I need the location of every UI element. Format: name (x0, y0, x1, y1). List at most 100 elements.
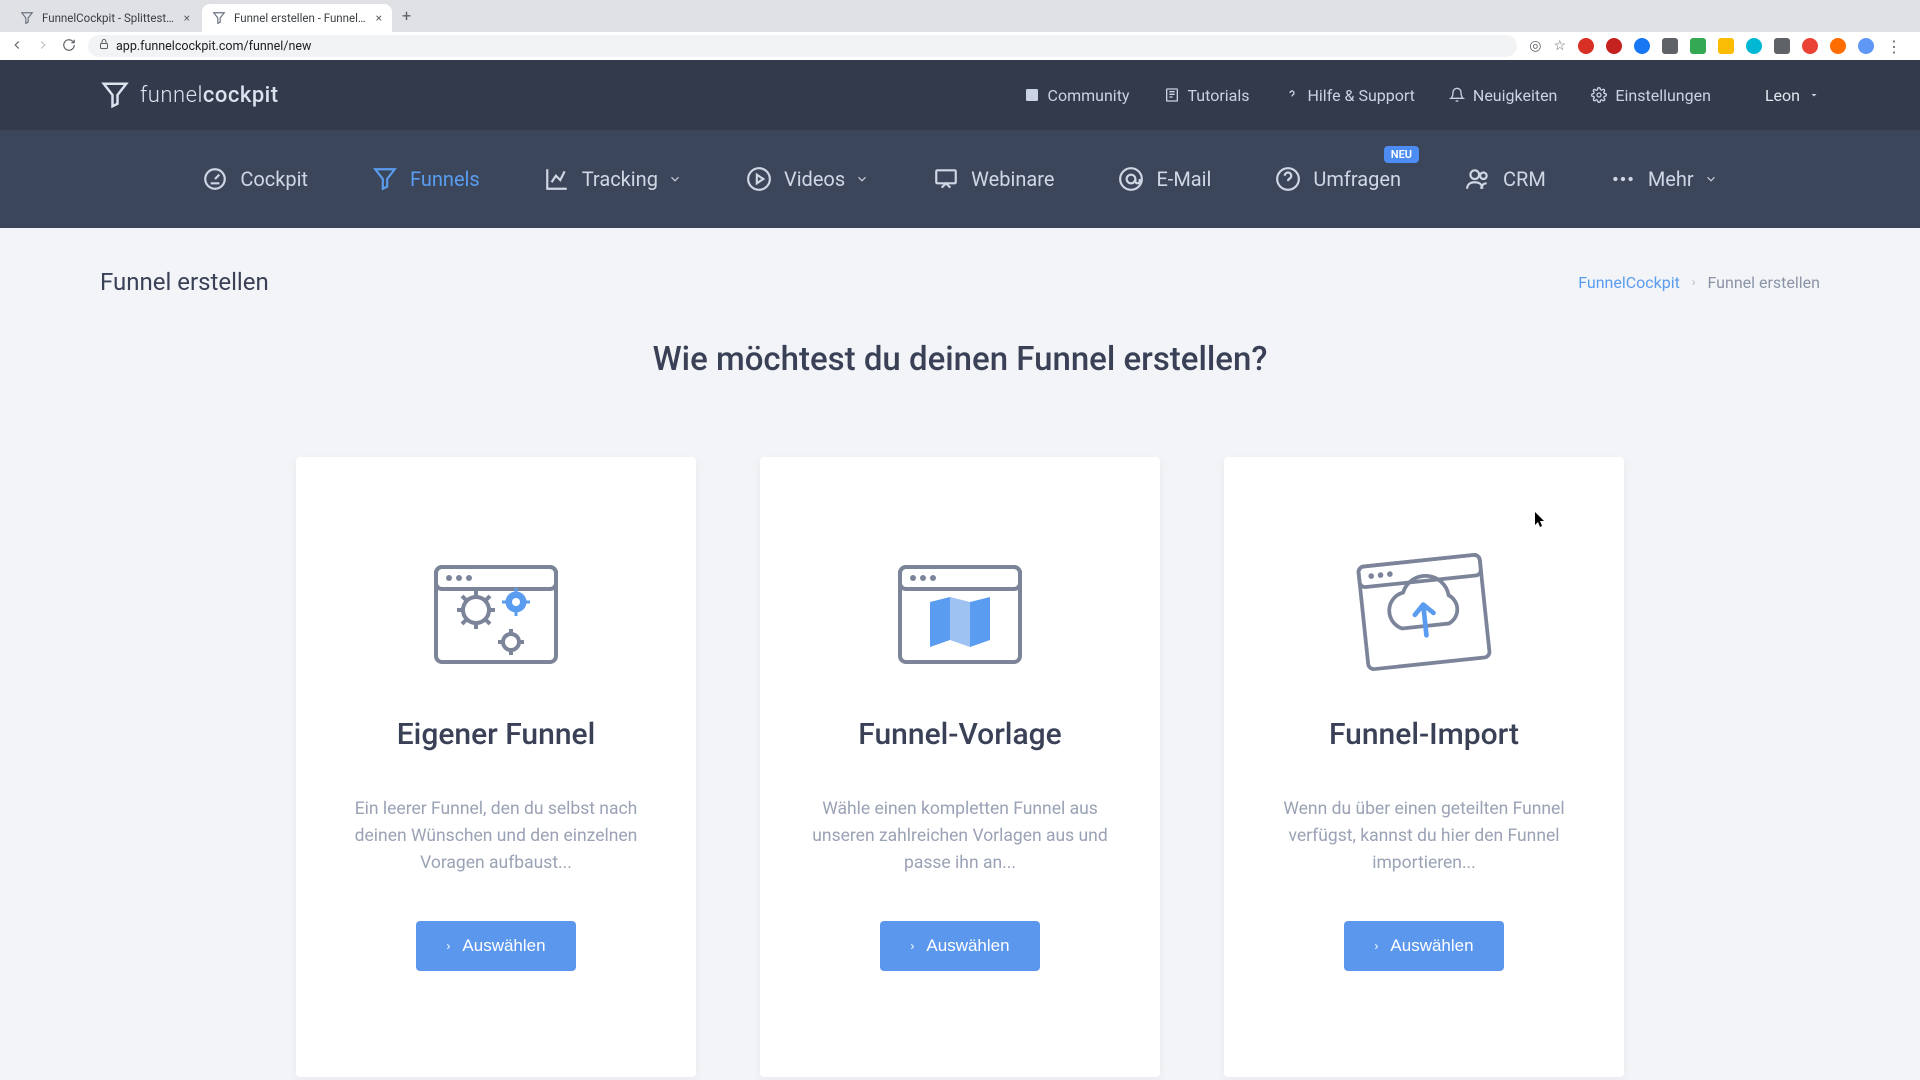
nav-label: Videos (784, 167, 845, 191)
breadcrumb-root[interactable]: FunnelCockpit (1578, 273, 1680, 292)
url-text: app.funnelcockpit.com/funnel/new (116, 39, 311, 54)
link-label: Hilfe & Support (1308, 86, 1415, 105)
user-menu[interactable]: Leon (1765, 86, 1820, 105)
ext-icon[interactable] (1718, 38, 1734, 54)
link-label: Community (1048, 86, 1130, 105)
ext-icon[interactable] (1578, 38, 1594, 54)
back-button[interactable] (10, 37, 24, 56)
tutorials-link[interactable]: Tutorials (1164, 86, 1250, 105)
import-illustration (1343, 540, 1506, 685)
nav-email[interactable]: E-Mail (1118, 166, 1211, 192)
settings-link[interactable]: Einstellungen (1591, 86, 1711, 105)
brand-part2: cockpit (203, 83, 279, 108)
url-bar: app.funnelcockpit.com/funnel/new ◎ ☆ ⋮ (0, 32, 1920, 60)
headline: Wie möchtest du deinen Funnel erstellen? (0, 340, 1920, 379)
card-desc: Ein leerer Funnel, den du selbst nach de… (336, 796, 656, 877)
lock-icon (98, 38, 110, 54)
nav-mehr[interactable]: Mehr (1610, 166, 1718, 192)
brand-part1: funnel (140, 83, 203, 108)
ext-icon[interactable] (1634, 38, 1650, 54)
browser-chrome: FunnelCockpit - Splittests, Ma… × Funnel… (0, 0, 1920, 60)
user-name: Leon (1765, 86, 1800, 105)
nav-label: CRM (1503, 167, 1546, 191)
logo[interactable]: funnelcockpit (100, 80, 279, 110)
nav-label: Mehr (1648, 167, 1694, 191)
browser-tab-2[interactable]: Funnel erstellen - FunnelCock… × (202, 4, 392, 32)
card-own-funnel: Eigener Funnel Ein leerer Funnel, den du… (296, 457, 696, 1077)
button-label: Auswählen (462, 936, 545, 956)
community-link[interactable]: Community (1024, 86, 1130, 105)
select-import-button[interactable]: › Auswählen (1344, 921, 1503, 971)
presentation-icon (933, 166, 959, 192)
new-tab-button[interactable]: + (394, 6, 419, 25)
extension-icons: ◎ ☆ ⋮ (1529, 37, 1910, 56)
ext-icon[interactable] (1746, 38, 1762, 54)
forward-button[interactable] (36, 37, 50, 56)
nav-label: Cockpit (240, 167, 308, 191)
more-icon (1610, 166, 1636, 192)
tab-title: Funnel erstellen - FunnelCock… (234, 11, 368, 25)
link-label: Neuigkeiten (1473, 86, 1557, 105)
chevron-down-icon (1808, 89, 1820, 101)
page-header: Funnel erstellen FunnelCockpit › Funnel … (0, 228, 1920, 306)
top-links: Community Tutorials Hilfe & Support Neui… (1024, 86, 1820, 105)
close-icon[interactable]: × (184, 11, 190, 25)
nav-label: E-Mail (1156, 167, 1211, 191)
nav-label: Umfragen (1313, 167, 1401, 191)
ext-icon[interactable]: ◎ (1529, 38, 1541, 54)
own-funnel-illustration (421, 547, 571, 677)
select-template-button[interactable]: › Auswählen (880, 921, 1039, 971)
breadcrumb: FunnelCockpit › Funnel erstellen (1578, 273, 1820, 292)
card-import: Funnel-Import Wenn du über einen geteilt… (1224, 457, 1624, 1077)
nav-tracking[interactable]: Tracking (544, 166, 682, 192)
nav-label: Tracking (582, 167, 658, 191)
browser-tabs: FunnelCockpit - Splittests, Ma… × Funnel… (0, 0, 1920, 32)
url-field[interactable]: app.funnelcockpit.com/funnel/new (88, 35, 1517, 57)
menu-icon[interactable]: ⋮ (1886, 37, 1902, 56)
cursor-icon (1535, 512, 1547, 528)
chevron-right-icon: › (1692, 275, 1696, 289)
nav-videos[interactable]: Videos (746, 166, 869, 192)
main-nav: Cockpit Funnels Tracking Videos Webinare… (0, 130, 1920, 228)
chevron-right-icon: › (910, 939, 914, 953)
breadcrumb-current: Funnel erstellen (1708, 273, 1821, 292)
nav-crm[interactable]: CRM (1465, 166, 1546, 192)
nav-funnels[interactable]: Funnels (372, 166, 480, 192)
users-icon (1465, 166, 1491, 192)
support-link[interactable]: Hilfe & Support (1284, 86, 1415, 105)
reload-button[interactable] (62, 37, 76, 56)
ext-icon[interactable] (1690, 38, 1706, 54)
ext-icon[interactable] (1802, 38, 1818, 54)
card-title: Funnel-Import (1329, 717, 1519, 752)
news-link[interactable]: Neuigkeiten (1449, 86, 1557, 105)
close-icon[interactable]: × (376, 11, 382, 25)
nav-webinare[interactable]: Webinare (933, 166, 1054, 192)
chart-icon (544, 166, 570, 192)
nav-cockpit[interactable]: Cockpit (202, 166, 308, 192)
chevron-down-icon (855, 172, 869, 186)
chevron-right-icon: › (1374, 939, 1378, 953)
ext-icon[interactable] (1606, 38, 1622, 54)
select-own-button[interactable]: › Auswählen (416, 921, 575, 971)
cards: Eigener Funnel Ein leerer Funnel, den du… (0, 457, 1920, 1077)
nav-umfragen[interactable]: Umfragen NEU (1275, 166, 1401, 192)
gauge-icon (202, 166, 228, 192)
browser-tab-1[interactable]: FunnelCockpit - Splittests, Ma… × (10, 4, 200, 32)
funnel-icon (372, 166, 398, 192)
template-illustration (885, 547, 1035, 677)
link-label: Tutorials (1188, 86, 1250, 105)
ext-icon[interactable] (1662, 38, 1678, 54)
page-title: Funnel erstellen (100, 268, 269, 296)
funnel-favicon (212, 11, 226, 25)
funnel-favicon (20, 11, 34, 25)
avatar-icon[interactable] (1858, 38, 1874, 54)
ext-icon[interactable] (1774, 38, 1790, 54)
ext-icon[interactable] (1830, 38, 1846, 54)
badge-neu: NEU (1384, 146, 1419, 163)
chevron-down-icon (1704, 172, 1718, 186)
top-bar: funnelcockpit Community Tutorials Hilfe … (0, 60, 1920, 130)
card-title: Funnel-Vorlage (858, 717, 1061, 752)
star-icon[interactable]: ☆ (1553, 38, 1566, 54)
tab-title: FunnelCockpit - Splittests, Ma… (42, 11, 176, 25)
play-icon (746, 166, 772, 192)
